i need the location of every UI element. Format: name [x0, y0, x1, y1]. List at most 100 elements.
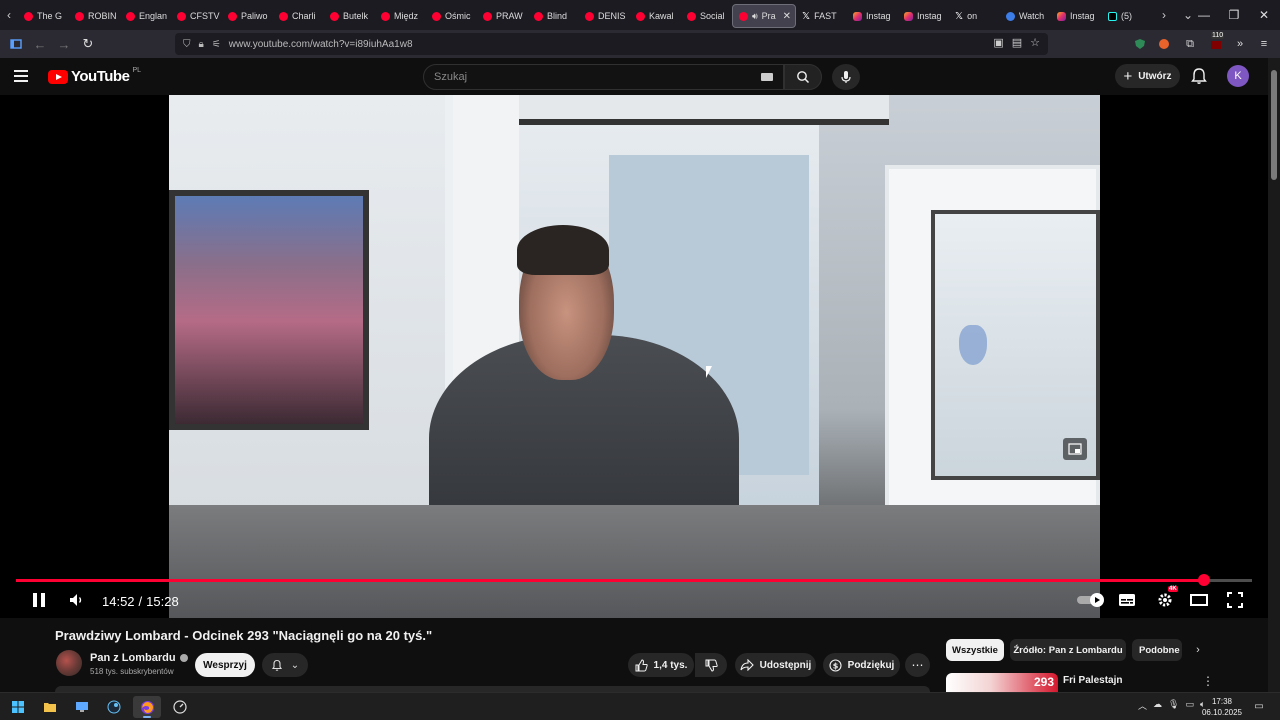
- browser-tab[interactable]: Social: [681, 4, 732, 28]
- account-avatar[interactable]: K: [1227, 65, 1249, 87]
- video-frame[interactable]: [169, 95, 1100, 618]
- notifications-bell-icon[interactable]: [1189, 66, 1209, 86]
- taskbar-clock[interactable]: 17:38 06.10.2025: [1199, 696, 1245, 718]
- extensions-puzzle-icon[interactable]: ⧉: [1181, 35, 1199, 53]
- browser-tab[interactable]: Charli: [273, 4, 324, 28]
- like-button[interactable]: 1,4 tys.: [628, 653, 694, 677]
- subtitles-button[interactable]: [1116, 589, 1138, 611]
- address-bar[interactable]: ⛉ 🔒︎ ⚟ www.youtube.com/watch?v=i89iuhAa1…: [175, 33, 1048, 55]
- more-actions-button[interactable]: ⋯: [905, 653, 930, 677]
- chip-related[interactable]: Podobne: [1132, 639, 1182, 661]
- tray-overflow-chevron-icon[interactable]: ︿: [1138, 699, 1147, 712]
- close-window-button[interactable]: ✕: [1248, 0, 1280, 30]
- restore-window-button[interactable]: ❐: [1218, 0, 1250, 30]
- subscription-notifications-button[interactable]: ⌄: [262, 653, 308, 677]
- browser-tab[interactable]: PRAW: [477, 4, 528, 28]
- instagram-icon: [853, 11, 862, 21]
- fullscreen-button[interactable]: [1224, 589, 1246, 611]
- recommended-thumbnail[interactable]: 293: [946, 673, 1058, 693]
- recommended-title[interactable]: Fri Palestajn: [1063, 675, 1122, 686]
- progress-bar[interactable]: [16, 574, 1252, 586]
- browser-tab[interactable]: Instag: [898, 4, 949, 28]
- dislike-button[interactable]: [695, 653, 727, 677]
- url-text[interactable]: www.youtube.com/watch?v=i89iuhAa1w8: [229, 39, 413, 50]
- this-pc-icon[interactable]: [68, 696, 96, 718]
- browser-tab[interactable]: Butelk: [324, 4, 375, 28]
- scrollbar-thumb[interactable]: [1271, 70, 1277, 180]
- bookmark-star-icon[interactable]: ☆: [1030, 36, 1040, 49]
- browser-tab[interactable]: Kawal: [630, 4, 681, 28]
- reader-view-icon[interactable]: ▤: [1012, 36, 1022, 49]
- voice-search-button[interactable]: [832, 64, 860, 90]
- browser-tab[interactable]: DENIS: [579, 4, 630, 28]
- pause-button[interactable]: [28, 589, 50, 611]
- miniplayer-icon[interactable]: [1063, 438, 1087, 460]
- tray-microphone-icon[interactable]: 🎙︎: [1168, 699, 1179, 712]
- chip-all[interactable]: Wszystkie: [946, 639, 1004, 661]
- speedtest-icon[interactable]: [166, 696, 194, 718]
- thanks-button[interactable]: $ Podziękuj: [823, 653, 900, 677]
- browser-tab[interactable]: Instag: [847, 4, 898, 28]
- shield-icon[interactable]: ⛉: [183, 39, 191, 50]
- channel-name-link[interactable]: Pan z Lombardu: [90, 652, 188, 664]
- autoplay-toggle[interactable]: [1075, 589, 1107, 611]
- minimize-window-button[interactable]: —: [1188, 0, 1220, 30]
- sidebar-toggle-icon[interactable]: [4, 32, 28, 56]
- tabs-scroll-left-icon[interactable]: ‹: [0, 0, 18, 30]
- browser-tab[interactable]: Ośmic: [426, 4, 477, 28]
- tab-audio-speaker-icon[interactable]: 🔊︎: [752, 11, 758, 22]
- video-player[interactable]: 14:52/15:28 4K: [0, 95, 1268, 618]
- browser-tab[interactable]: (5): [1102, 4, 1153, 28]
- browser-tab[interactable]: ROBIN: [69, 4, 120, 28]
- browser-tab[interactable]: 𝕏 FAST: [796, 4, 847, 28]
- chips-next-chevron-icon[interactable]: ›: [1190, 642, 1206, 658]
- browser-tab[interactable]: Instag: [1051, 4, 1102, 28]
- ublock-extension-icon[interactable]: 110: [1207, 32, 1225, 53]
- forward-arrow-icon[interactable]: →: [52, 32, 76, 56]
- channel-avatar[interactable]: [56, 650, 82, 676]
- permissions-icon[interactable]: ⚟: [212, 39, 221, 50]
- more-tools-chevron-icon[interactable]: »: [1231, 35, 1249, 53]
- chip-from-channel[interactable]: Źródło: Pan z Lombardu: [1010, 639, 1126, 661]
- theater-mode-button[interactable]: [1188, 589, 1210, 611]
- browser-tab[interactable]: Watch: [1000, 4, 1051, 28]
- lock-icon[interactable]: 🔒︎: [199, 39, 204, 50]
- app-menu-icon[interactable]: ≡: [1255, 35, 1273, 53]
- join-button[interactable]: Wesprzyj: [195, 653, 255, 677]
- reload-icon[interactable]: ↻: [76, 32, 100, 56]
- page-scrollbar[interactable]: [1268, 58, 1280, 698]
- picture-in-picture-icon[interactable]: ▣: [993, 36, 1003, 49]
- back-arrow-icon[interactable]: ←: [28, 32, 52, 56]
- create-button[interactable]: + Utwórz: [1115, 64, 1180, 88]
- browser-tab-label: FAST: [814, 11, 837, 21]
- time-display: 14:52/15:28: [102, 594, 179, 609]
- firefox-icon[interactable]: [133, 696, 161, 718]
- file-explorer-icon[interactable]: [36, 696, 64, 718]
- youtube-logo[interactable]: YouTube PL: [48, 67, 141, 85]
- browser-tab[interactable]: CFSTV: [171, 4, 222, 28]
- browser-tab[interactable]: Międz: [375, 4, 426, 28]
- browser-tab[interactable]: The G: [18, 4, 69, 28]
- network-icon[interactable]: ▭: [1185, 699, 1194, 712]
- browser-tab-active[interactable]: 🔊︎ Pra ✕: [732, 4, 796, 28]
- browser-tab[interactable]: 𝕏on: [949, 4, 1000, 28]
- close-tab-icon[interactable]: ✕: [783, 11, 791, 22]
- search-button[interactable]: [784, 64, 822, 90]
- mute-button[interactable]: [66, 589, 88, 611]
- keyboard-icon[interactable]: [761, 73, 773, 81]
- browser-tab[interactable]: Blind: [528, 4, 579, 28]
- share-button[interactable]: Udostępnij: [735, 653, 816, 677]
- steam-icon[interactable]: [100, 696, 128, 718]
- tabs-scroll-right-icon[interactable]: ›: [1155, 0, 1173, 30]
- recommended-more-vertical-icon[interactable]: ⋮: [1202, 673, 1214, 689]
- onedrive-cloud-icon[interactable]: ☁: [1153, 699, 1162, 712]
- search-input[interactable]: Szukaj: [423, 64, 784, 90]
- settings-button[interactable]: 4K: [1152, 586, 1178, 611]
- notification-center-icon[interactable]: ▭: [1252, 699, 1266, 713]
- windows-start-icon[interactable]: [4, 696, 32, 718]
- browser-tab[interactable]: Paliwo: [222, 4, 273, 28]
- browser-tab[interactable]: Englan: [120, 4, 171, 28]
- extension-fox-icon[interactable]: [1155, 35, 1173, 53]
- hamburger-menu-icon[interactable]: [14, 66, 34, 86]
- extension-shield-icon[interactable]: [1131, 35, 1149, 53]
